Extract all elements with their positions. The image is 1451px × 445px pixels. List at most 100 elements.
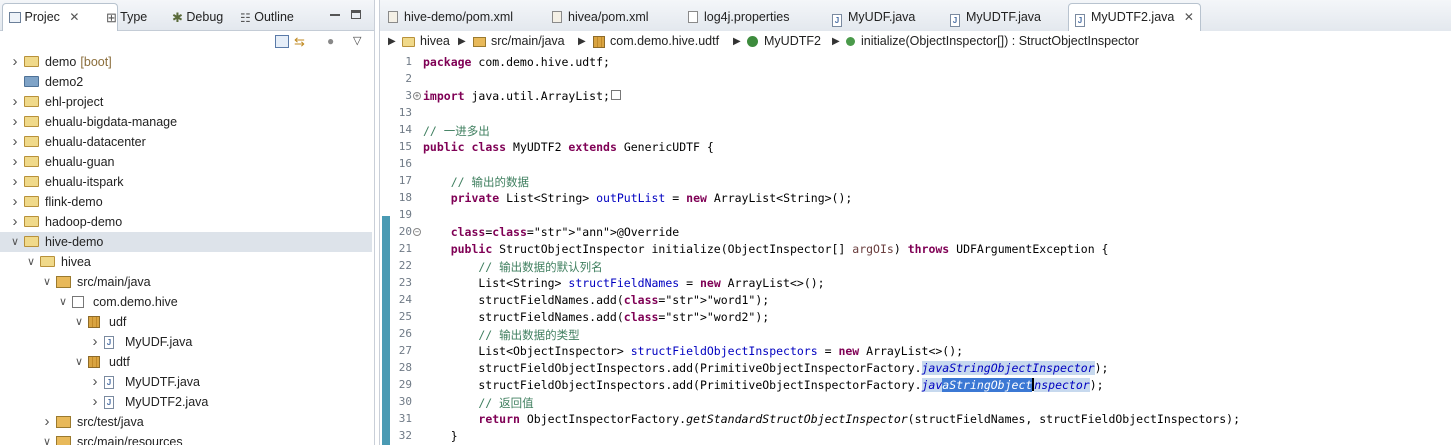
tree-item-label: MyUDTF2.java [125,395,209,409]
chevron-right-icon[interactable] [10,192,20,212]
link-with-editor-icon[interactable]: ⇆ [294,35,308,48]
project-folder-icon [24,196,39,207]
tree-item-label: ehualu-bigdata-manage [45,115,178,129]
package-explorer-icon [9,12,21,24]
code-line[interactable]: structFieldNames.add(class="str">"word2"… [423,310,769,324]
code-area[interactable]: 1 package com.demo.hive.udtf; 2 3 + import ja… [380,52,1451,445]
tree-item[interactable]: ehualu-itspark [0,172,372,192]
tree-item-label: ehualu-guan [45,155,115,169]
tab-myudtf2[interactable]: MyUDTF2.java ✕ [1068,3,1201,32]
tree-item-label: demo [45,55,77,69]
breadcrumb-source-folder[interactable]: src/main/java [473,31,565,52]
close-icon[interactable]: ✕ [69,10,79,24]
breadcrumb-project[interactable]: hivea [402,31,450,52]
code-line[interactable]: structFieldObjectInspectors.add(Primitiv… [423,378,1104,392]
code-line[interactable]: import java.util.ArrayList; [423,89,621,103]
code-line[interactable]: class=class="str">"ann">@Override [423,225,680,239]
tree-item[interactable]: hive-demo [0,232,372,252]
code-line[interactable]: } [423,429,458,443]
chevron-down-icon[interactable] [10,232,20,252]
breadcrumb-arrow-icon: ▶ [832,36,840,47]
explorer-toolbar: ⇆ ● ▽ [0,31,374,53]
code-line[interactable]: // 输出的数据 [423,174,529,190]
tab-outline[interactable]: ☷ Outline [240,5,294,29]
chevron-down-icon[interactable] [42,432,52,445]
tab-project-explorer[interactable]: Projec ✕ [2,3,118,31]
tree-item[interactable]: com.demo.hive [0,292,372,312]
chevron-down-icon[interactable] [42,272,52,292]
close-icon[interactable]: ✕ [1184,10,1194,24]
collapse-fold-icon[interactable]: − [413,228,421,236]
tab-type-hierarchy[interactable]: ⊞ Type [106,5,147,29]
tab-debug[interactable]: ✱ Debug [172,5,223,29]
chevron-down-icon[interactable] [58,292,68,312]
code-line[interactable]: structFieldObjectInspectors.add(Primitiv… [423,361,1108,375]
tab-log4j-properties[interactable]: log4j.properties [688,5,789,31]
line-number: 32 [398,429,412,442]
chevron-right-icon[interactable] [10,212,20,232]
chevron-down-icon[interactable] [26,252,36,272]
tab-label: log4j.properties [704,10,790,24]
chevron-right-icon[interactable] [10,52,20,72]
chevron-right-icon[interactable] [10,112,20,132]
breadcrumb-class[interactable]: MyUDTF2 [747,31,821,52]
tree-item[interactable]: demo2 [0,72,372,92]
tab-hive-demo-pom[interactable]: hive-demo/pom.xml [388,5,513,31]
tree-item[interactable]: udtf [0,352,372,372]
chevron-down-icon[interactable] [74,352,84,372]
chevron-right-icon[interactable] [10,172,20,192]
java-file-icon [104,336,114,349]
project-folder-icon [40,256,55,267]
tab-label: MyUDTF2.java [1091,10,1175,24]
code-line[interactable]: return ObjectInspectorFactory.getStandar… [423,412,1240,426]
code-line[interactable]: // 输出数据的类型 [423,327,579,343]
breadcrumb-package[interactable]: com.demo.hive.udtf [593,31,719,52]
tree-item[interactable]: ehualu-datacenter [0,132,372,152]
code-line[interactable]: public class MyUDTF2 extends GenericUDTF… [423,140,714,154]
code-line[interactable]: public StructObjectInspector initialize(… [423,242,1109,256]
view-menu-icon[interactable]: ▽ [353,35,367,48]
tree-item[interactable]: flink-demo [0,192,372,212]
chevron-right-icon[interactable] [90,372,100,392]
tree-item[interactable]: hivea [0,252,372,272]
tree-item[interactable]: MyUDF.java [0,332,372,352]
minimize-button[interactable] [330,14,340,16]
tree-item[interactable]: ehl-project [0,92,372,112]
breadcrumb-method[interactable]: initialize(ObjectInspector[]) : StructOb… [846,31,1139,52]
code-line[interactable]: // 返回值 [423,395,533,411]
expand-fold-icon[interactable]: + [413,92,421,100]
chevron-right-icon[interactable] [10,152,20,172]
line-number: 31 [398,412,412,425]
tree-item[interactable]: src/test/java [0,412,372,432]
collapse-all-icon[interactable] [275,35,289,48]
tree-item[interactable]: udf [0,312,372,332]
tree-item[interactable]: ehualu-guan [0,152,372,172]
chevron-right-icon[interactable] [10,92,20,112]
code-line[interactable]: List<ObjectInspector> structFieldObjectI… [423,344,963,358]
code-line[interactable]: // 一进多出 [423,123,490,139]
tree-item[interactable]: demo[boot] [0,52,372,72]
chevron-right-icon[interactable] [90,332,100,352]
tree-item[interactable]: src/main/java [0,272,372,292]
code-line[interactable]: List<String> structFieldNames = new Arra… [423,276,824,290]
code-line[interactable]: structFieldNames.add(class="str">"word1"… [423,293,769,307]
tab-myudf[interactable]: MyUDF.java [832,5,915,31]
chevron-right-icon[interactable] [10,132,20,152]
line-number: 23 [398,276,412,289]
maximize-button[interactable] [351,10,361,19]
chevron-right-icon[interactable] [90,392,100,412]
tree-item[interactable]: hadoop-demo [0,212,372,232]
chevron-right-icon[interactable] [42,412,52,432]
code-line[interactable]: private List<String> outPutList = new Ar… [423,191,853,205]
chevron-down-icon[interactable] [74,312,84,332]
tree-item[interactable]: MyUDTF.java [0,372,372,392]
tree-item[interactable]: ehualu-bigdata-manage [0,112,372,132]
tree-item[interactable]: MyUDTF2.java [0,392,372,412]
tab-hivea-pom[interactable]: hivea/pom.xml [552,5,649,31]
line-number: 26 [398,327,412,340]
code-line[interactable]: package com.demo.hive.udtf; [423,55,610,69]
tab-myudtf[interactable]: MyUDTF.java [950,5,1041,31]
tree-item[interactable]: src/main/resources [0,432,372,445]
focus-task-icon[interactable]: ● [327,35,341,48]
code-line[interactable]: // 输出数据的默认列名 [423,259,602,275]
